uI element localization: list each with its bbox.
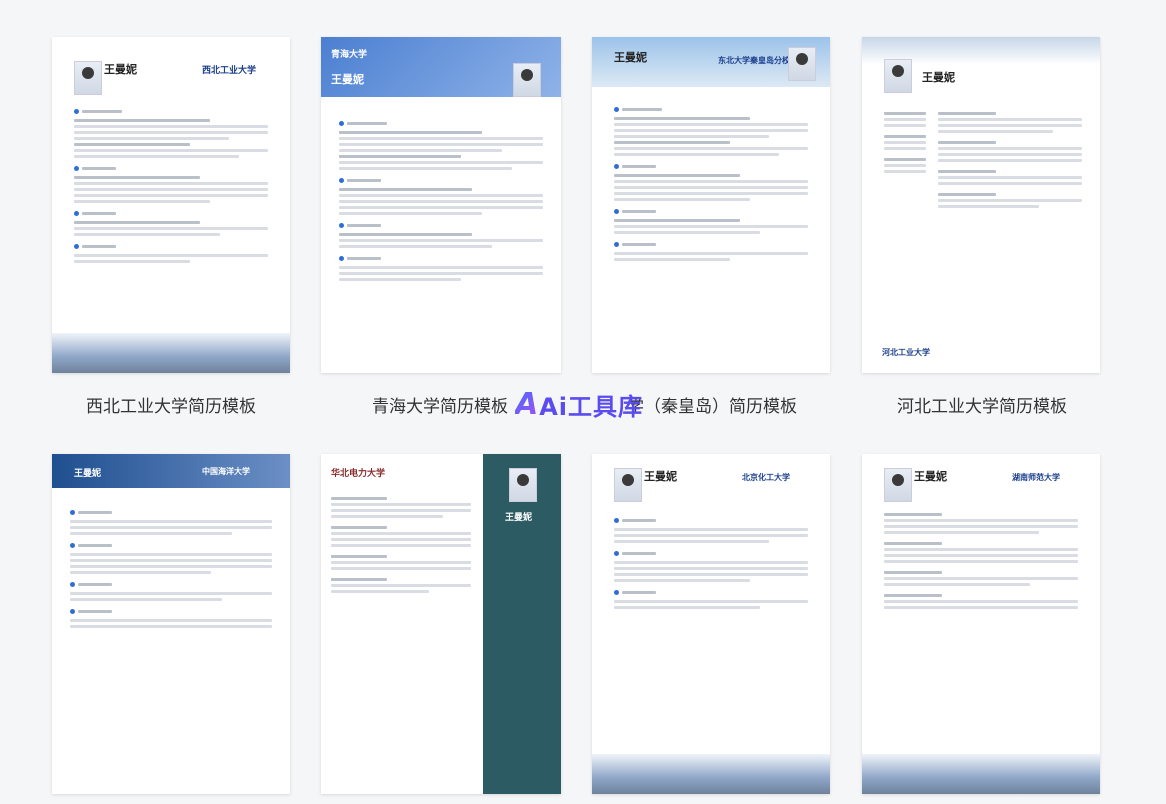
sidebar-panel <box>483 454 561 794</box>
resume-name: 王曼妮 <box>914 470 947 483</box>
section-about <box>614 240 808 249</box>
resume-name: 王曼妮 <box>104 63 137 76</box>
section-education <box>74 107 268 116</box>
profile-photo <box>513 63 541 97</box>
template-card-5[interactable]: 王曼妮 中国海洋大学 <box>52 454 290 794</box>
section-work <box>70 541 272 550</box>
section-skills <box>70 607 272 616</box>
section-project <box>339 221 543 230</box>
section-education <box>70 508 272 517</box>
university-logo: 青海大学 <box>331 50 368 60</box>
section-project <box>74 209 268 218</box>
resume-name: 王曼妮 <box>922 71 955 84</box>
section-education <box>339 119 543 128</box>
resume-name: 王曼妮 <box>331 73 364 86</box>
ai-logo-icon: A <box>515 386 540 422</box>
profile-photo <box>509 468 537 502</box>
resume-name: 王曼妮 <box>74 469 102 479</box>
resume-name: 王曼妮 <box>644 470 677 483</box>
section-project <box>614 588 808 597</box>
university-logo: 华北电力大学 <box>331 469 386 479</box>
university-logo: 湖南师范大学 <box>1012 472 1060 482</box>
template-title-1[interactable]: 西北工业大学简历模板 <box>51 392 291 417</box>
template-card-7[interactable]: 王曼妮 北京化工大学 <box>592 454 830 794</box>
university-logo: 河北工业大学 <box>882 347 930 357</box>
template-card-2[interactable]: 青海大学 王曼妮 <box>321 37 561 373</box>
university-logo: 西北工业大学 <box>202 66 257 76</box>
campus-photo <box>862 754 1100 794</box>
template-title-4[interactable]: 河北工业大学简历模板 <box>862 392 1102 417</box>
section-work <box>74 164 268 173</box>
section-education <box>614 516 808 525</box>
section-work <box>614 162 808 171</box>
template-card-4[interactable]: 王曼妮 河北工业大学 <box>862 37 1100 373</box>
template-card-8[interactable]: 王曼妮 湖南师范大学 <box>862 454 1100 794</box>
template-card-6[interactable]: 华北电力大学 王曼妮 <box>321 454 561 794</box>
section-skills <box>339 254 543 263</box>
profile-photo <box>788 47 816 81</box>
section-project <box>614 207 808 216</box>
university-logo: 东北大学秦皇岛分校 <box>718 55 790 65</box>
template-card-1[interactable]: 王曼妮 西北工业大学 <box>52 37 290 373</box>
profile-photo <box>884 59 912 93</box>
university-logo: 中国海洋大学 <box>202 466 250 476</box>
profile-photo <box>884 468 912 502</box>
profile-photo <box>74 61 102 95</box>
section-education <box>614 105 808 114</box>
resume-name: 王曼妮 <box>614 51 647 64</box>
section-project <box>70 580 272 589</box>
university-logo: 北京化工大学 <box>742 472 790 482</box>
resume-name: 王曼妮 <box>505 513 533 523</box>
section-work <box>614 549 808 558</box>
profile-photo <box>614 468 642 502</box>
section-about <box>74 242 268 251</box>
template-card-3[interactable]: 王曼妮 东北大学秦皇岛分校 <box>592 37 830 373</box>
campus-photo <box>592 754 830 794</box>
site-watermark: A Ai工具库 <box>515 386 644 422</box>
campus-photo <box>52 333 290 373</box>
section-work <box>339 176 543 185</box>
